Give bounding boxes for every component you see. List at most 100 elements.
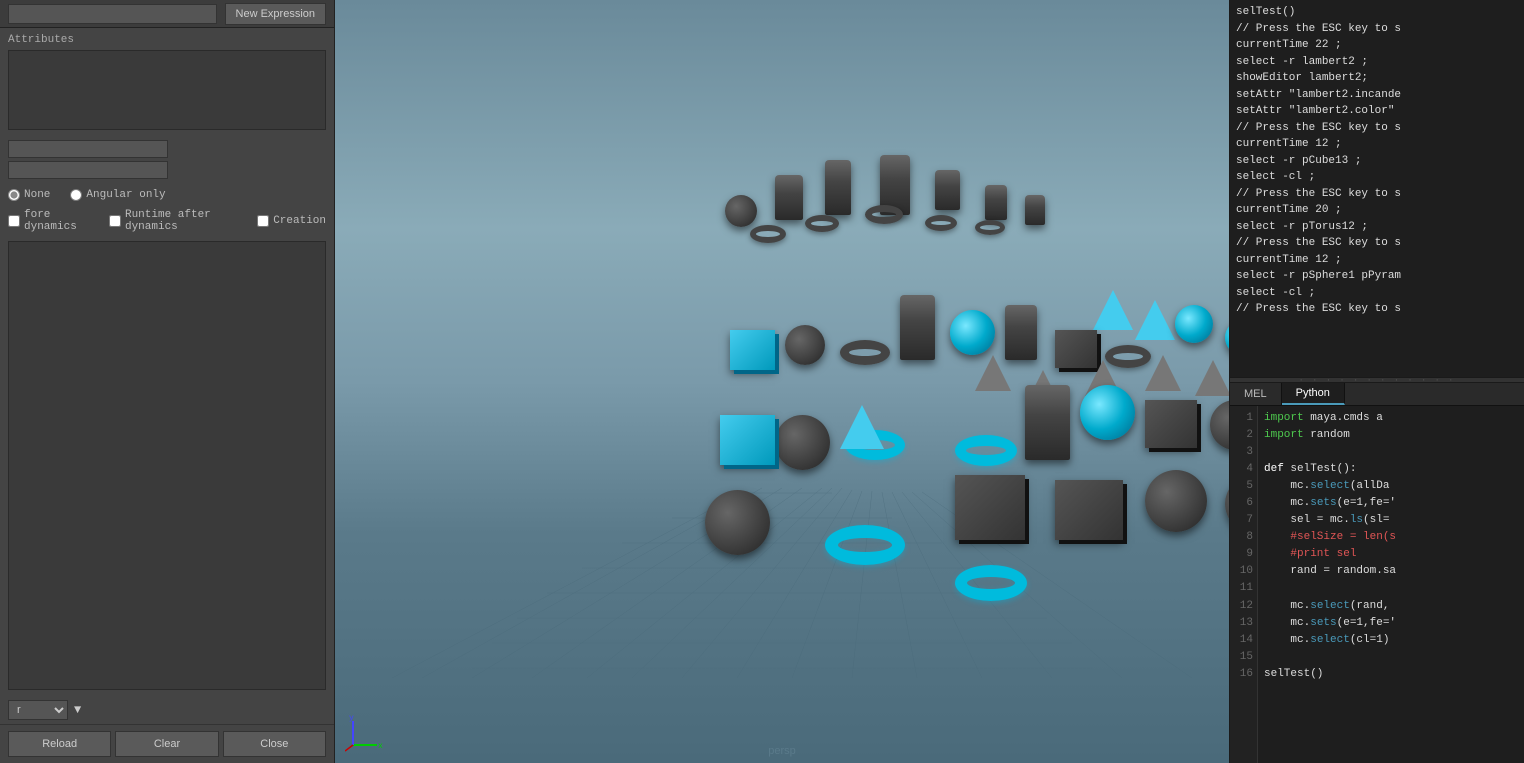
history-line: currentTime 20 ;	[1236, 202, 1518, 219]
viewport-canvas: x y persp	[335, 0, 1229, 763]
tab-mel[interactable]: MEL	[1230, 383, 1282, 405]
clear-button[interactable]: Clear	[115, 731, 218, 757]
cb-before-text: fore dynamics	[24, 209, 89, 233]
radio-angular[interactable]	[70, 189, 82, 201]
cube-obj	[720, 415, 775, 465]
cylinder-obj	[1005, 305, 1037, 360]
cube-obj	[1055, 480, 1123, 540]
history-line: // Press the ESC key to s	[1236, 301, 1518, 318]
tab-python[interactable]: Python	[1282, 383, 1345, 405]
sphere-obj	[1145, 470, 1207, 532]
radio-section: None Angular only	[0, 183, 334, 207]
dropdown-arrow-icon: ▼	[74, 703, 81, 717]
title-input[interactable]	[8, 4, 217, 24]
new-expression-button[interactable]: New Expression	[225, 3, 326, 25]
history-line: select -r pSphere1 pPyram	[1236, 268, 1518, 285]
sphere-obj	[705, 490, 770, 555]
radio-none-text: None	[24, 189, 50, 201]
script-editor: MEL Python 1 2 3 4 5 6 7 8 9 10 11 12 13…	[1230, 383, 1524, 763]
radio-angular-label[interactable]: Angular only	[70, 189, 165, 201]
cb-before[interactable]	[8, 215, 20, 227]
cb-before-label[interactable]: fore dynamics	[8, 209, 89, 233]
line-numbers: 1 2 3 4 5 6 7 8 9 10 11 12 13 14 15 16	[1230, 406, 1258, 763]
radio-row-1: None Angular only	[8, 189, 326, 201]
cylinder-obj	[1025, 195, 1045, 225]
cb-creation[interactable]	[257, 215, 269, 227]
history-line: currentTime 12 ;	[1236, 136, 1518, 153]
filter-input-2[interactable]	[8, 161, 168, 179]
sphere-obj	[950, 310, 995, 355]
attributes-box[interactable]	[8, 50, 326, 130]
history-line: selTest()	[1236, 4, 1518, 21]
history-line: select -cl ;	[1236, 169, 1518, 186]
torus-obj	[865, 205, 903, 224]
torus-obj	[805, 215, 839, 232]
cylinder-obj	[1025, 385, 1070, 460]
sphere-obj	[775, 415, 830, 470]
history-line: // Press the ESC key to s	[1236, 21, 1518, 38]
history-line: select -cl ;	[1236, 285, 1518, 302]
history-line: // Press the ESC key to s	[1236, 186, 1518, 203]
torus-obj	[750, 225, 786, 243]
cylinder-obj	[900, 295, 935, 360]
sphere-obj	[785, 325, 825, 365]
sphere-obj	[1210, 400, 1229, 450]
cylinder-obj	[775, 175, 803, 220]
triangle-obj	[1145, 355, 1181, 391]
history-line: select -r pTorus12 ;	[1236, 219, 1518, 236]
cb-creation-text: Creation	[273, 215, 326, 227]
triangle-obj	[1135, 300, 1175, 340]
svg-text:y: y	[349, 714, 354, 723]
cb-runtime-text: Runtime after dynamics	[125, 209, 237, 233]
left-panel: New Expression Attributes None Angular o…	[0, 0, 335, 763]
history-line: currentTime 22 ;	[1236, 37, 1518, 54]
cb-runtime-label[interactable]: Runtime after dynamics	[109, 209, 237, 233]
dropdown-row: r ▼	[0, 696, 334, 724]
radio-none[interactable]	[8, 189, 20, 201]
history-line: setAttr "lambert2.color"	[1236, 103, 1518, 120]
close-button[interactable]: Close	[223, 731, 326, 757]
script-history[interactable]: selTest() // Press the ESC key to s curr…	[1230, 0, 1524, 377]
axis-indicator: x y	[345, 713, 385, 753]
sphere-obj	[1080, 385, 1135, 440]
triangle-obj	[840, 405, 884, 449]
triangle-obj	[975, 355, 1011, 391]
cylinder-obj	[935, 170, 960, 210]
radio-none-label[interactable]: None	[8, 189, 50, 201]
attributes-section: Attributes	[0, 28, 334, 136]
history-line: showEditor lambert2;	[1236, 70, 1518, 87]
cylinder-obj	[825, 160, 851, 215]
title-bar: New Expression	[0, 0, 334, 28]
sphere-obj	[1225, 320, 1229, 355]
history-line: select -r pCube13 ;	[1236, 153, 1518, 170]
bottom-buttons-row: Reload Clear Close	[0, 724, 334, 763]
torus-obj	[975, 220, 1005, 235]
code-content[interactable]: import maya.cmds aimport randomdef selTe…	[1258, 406, 1524, 763]
filter-input-1[interactable]	[8, 140, 168, 158]
torus-obj	[955, 565, 1027, 601]
tab-bar: MEL Python	[1230, 383, 1524, 406]
torus-obj	[925, 215, 957, 231]
script-code-area[interactable]: 1 2 3 4 5 6 7 8 9 10 11 12 13 14 15 16 i…	[1230, 406, 1524, 763]
torus-obj	[840, 340, 890, 365]
expression-editor-area[interactable]	[8, 241, 326, 690]
torus-obj	[955, 435, 1017, 466]
viewport-3d[interactable]: x y persp	[335, 0, 1229, 763]
reload-button[interactable]: Reload	[8, 731, 111, 757]
dropdown-select[interactable]: r	[8, 700, 68, 720]
right-panel: selTest() // Press the ESC key to s curr…	[1229, 0, 1524, 763]
sphere-obj	[725, 195, 757, 227]
history-line: setAttr "lambert2.incande	[1236, 87, 1518, 104]
cube-obj	[955, 475, 1025, 540]
cube-obj	[730, 330, 775, 370]
torus-obj	[825, 525, 905, 565]
history-line: // Press the ESC key to s	[1236, 120, 1518, 137]
filter-section	[0, 136, 334, 183]
history-line: // Press the ESC key to s	[1236, 235, 1518, 252]
triangle-obj	[1093, 290, 1133, 330]
attributes-label: Attributes	[8, 34, 326, 46]
cb-creation-label[interactable]: Creation	[257, 215, 326, 227]
cb-runtime[interactable]	[109, 215, 121, 227]
triangle-obj	[1195, 360, 1229, 396]
checkbox-row: fore dynamics Runtime after dynamics Cre…	[0, 207, 334, 235]
